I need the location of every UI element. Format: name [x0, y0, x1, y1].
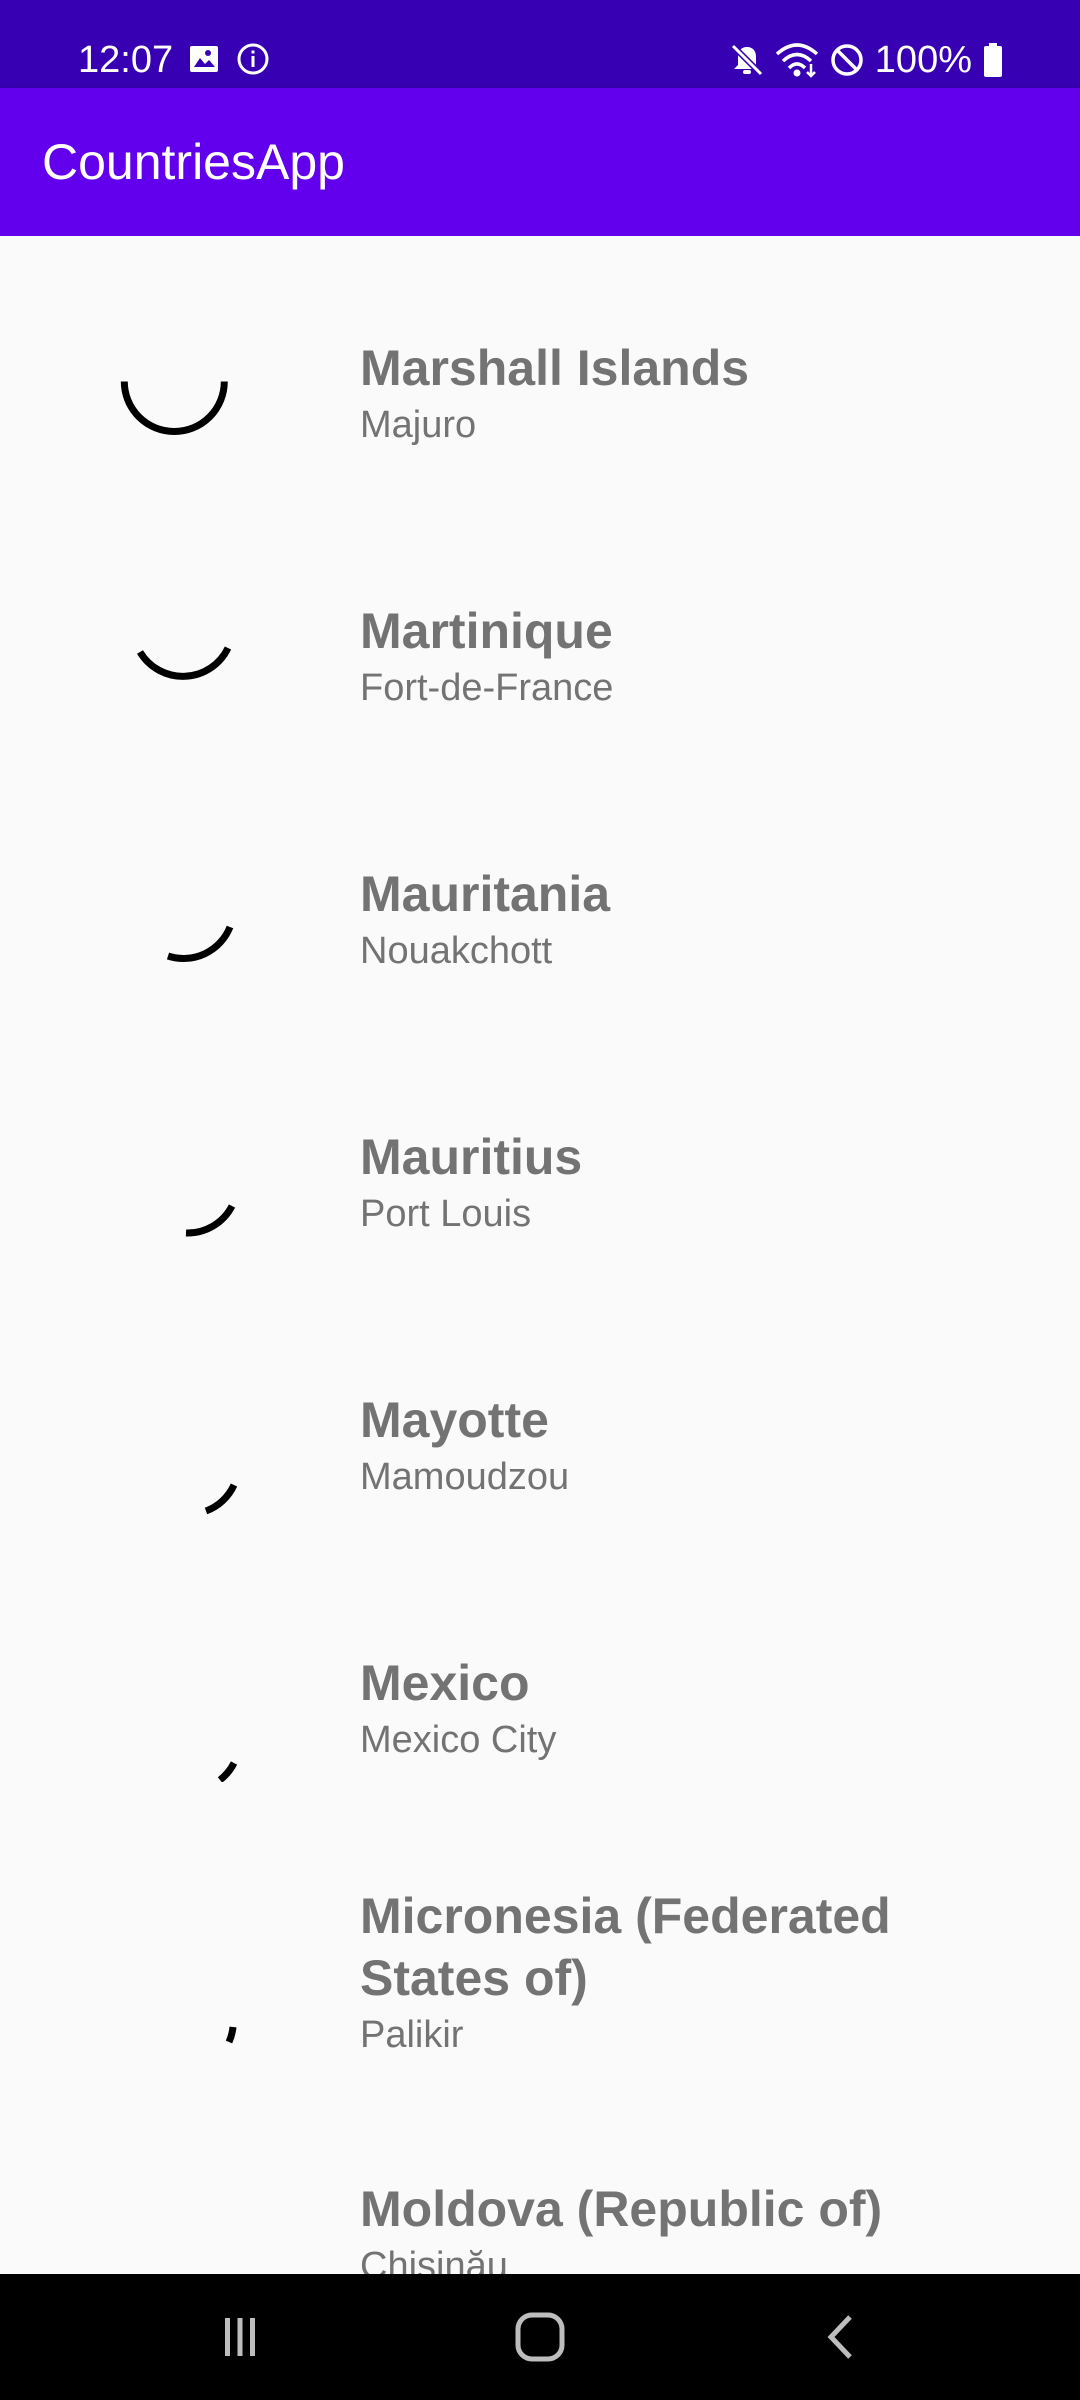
- battery-percent: 100%: [874, 39, 972, 81]
- app-bar: CountriesApp: [0, 88, 1080, 236]
- country-capital: Chișinău: [360, 2245, 508, 2274]
- home-button[interactable]: [500, 2302, 580, 2372]
- status-time: 12:07: [78, 39, 174, 81]
- country-name: Micronesia (Federated States of): [360, 1888, 891, 2006]
- image-icon: [190, 46, 218, 72]
- recents-icon: [225, 2318, 255, 2356]
- list-item[interactable]: Moldova (Republic of) Chișinău: [0, 2178, 1080, 2274]
- country-name: Mayotte: [360, 1392, 549, 1448]
- country-capital: Fort-de-France: [360, 667, 614, 709]
- status-bar: 12:07 100%: [0, 0, 1080, 88]
- list-item[interactable]: Mauritania Nouakchott: [0, 863, 1080, 1063]
- wifi-icon: [775, 43, 818, 78]
- loading-spinner-icon: [185, 1204, 236, 1237]
- country-name: Marshall Islands: [360, 340, 750, 396]
- list-item[interactable]: Mayotte Mamoudzou: [0, 1389, 1080, 1589]
- loading-spinner-icon: [166, 925, 234, 962]
- country-text: Micronesia (Federated States of) Palikir: [360, 1885, 1052, 2059]
- block-icon: [831, 44, 863, 76]
- home-icon: [515, 2312, 565, 2362]
- country-capital: Port Louis: [360, 1193, 532, 1235]
- loading-spinner-icon: [204, 1483, 238, 1515]
- country-name: Mexico: [360, 1655, 530, 1711]
- list-item[interactable]: Marshall Islands Majuro: [0, 337, 1080, 537]
- country-list[interactable]: Marshall Islands Majuro Martinique Fort-…: [0, 236, 1080, 2274]
- country-name: Moldova (Republic of): [360, 2181, 883, 2237]
- country-capital: Mexico City: [360, 1719, 557, 1761]
- country-name: Martinique: [360, 603, 613, 659]
- loading-spinner-icon: [120, 381, 228, 435]
- country-capital: Palikir: [360, 2014, 464, 2056]
- list-item[interactable]: Micronesia (Federated States of) Palikir: [0, 1885, 1080, 2115]
- list-item[interactable]: Mauritius Port Louis: [0, 1126, 1080, 1326]
- battery-icon: [984, 43, 1002, 77]
- country-text: Moldova (Republic of) Chișinău: [360, 2178, 1052, 2274]
- status-right: 100%: [729, 36, 1004, 84]
- country-name: Mauritania: [360, 866, 611, 922]
- back-button[interactable]: [802, 2302, 882, 2372]
- app-title: CountriesApp: [42, 134, 345, 190]
- country-text: Martinique Fort-de-France: [360, 600, 1052, 712]
- country-name: Mauritius: [360, 1129, 583, 1185]
- mute-icon: [730, 43, 763, 77]
- country-text: Mauritius Port Louis: [360, 1126, 1052, 1238]
- recents-button[interactable]: [200, 2302, 280, 2372]
- loading-spinner-icon: [136, 646, 232, 680]
- country-text: Mayotte Mamoudzou: [360, 1389, 1052, 1501]
- navigation-bar: [0, 2274, 1080, 2400]
- loading-spinner-icon: [225, 2026, 237, 2044]
- country-capital: Majuro: [360, 404, 477, 446]
- country-text: Marshall Islands Majuro: [360, 337, 1052, 449]
- country-text: Mexico Mexico City: [360, 1652, 1052, 1764]
- info-icon: [237, 43, 269, 75]
- country-capital: Mamoudzou: [360, 1456, 570, 1498]
- list-item[interactable]: Martinique Fort-de-France: [0, 600, 1080, 800]
- loading-spinner-icon: [110, 2178, 240, 2274]
- country-text: Mauritania Nouakchott: [360, 863, 1052, 975]
- back-icon: [827, 2315, 852, 2359]
- loading-spinner-icon: [217, 1761, 238, 1782]
- country-capital: Nouakchott: [360, 930, 553, 972]
- status-left-icons: [188, 42, 270, 76]
- list-item[interactable]: Mexico Mexico City: [0, 1652, 1080, 1852]
